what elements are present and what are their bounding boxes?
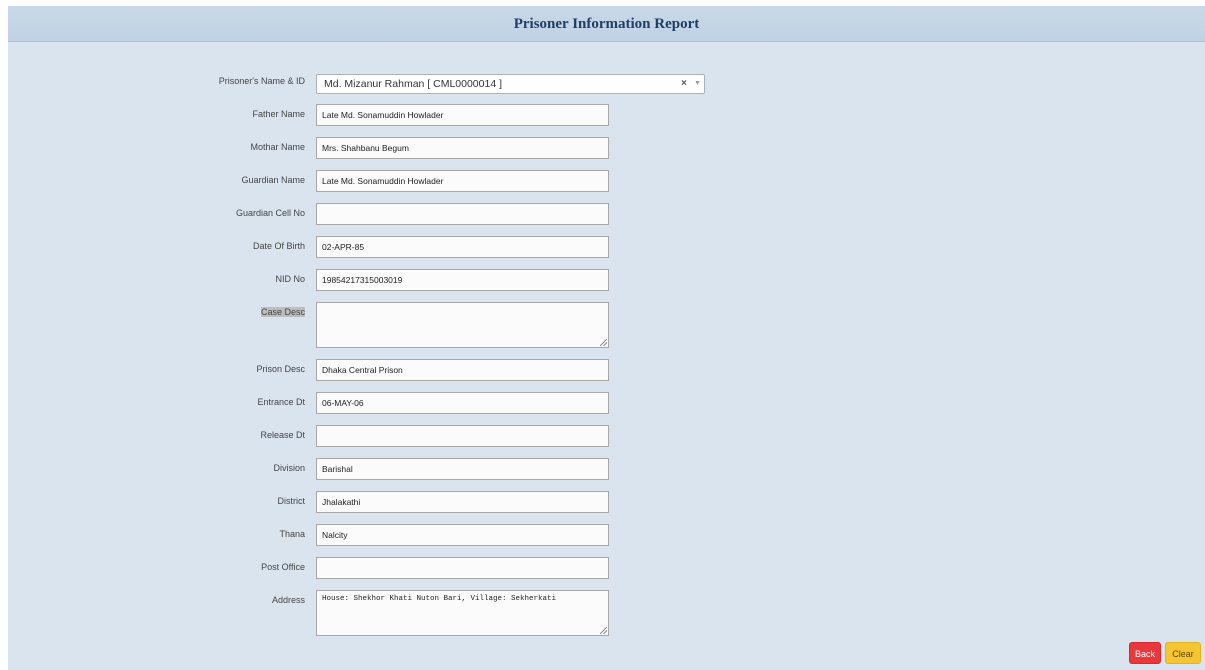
case-desc-label-text: Case Desc bbox=[260, 307, 305, 317]
chevron-down-icon[interactable]: ▼ bbox=[694, 80, 701, 87]
post-office-label: Post Office bbox=[261, 562, 305, 572]
nid-field[interactable]: 19854217315003019 bbox=[316, 269, 609, 291]
report-page: Prisoner Information Report Prisoner's N… bbox=[8, 6, 1205, 670]
nid-label: NID No bbox=[275, 274, 305, 284]
guardian-name-field[interactable]: Late Md. Sonamuddin Howlader bbox=[316, 170, 609, 192]
thana-label: Thana bbox=[279, 529, 305, 539]
case-desc-label: Case Desc bbox=[105, 307, 305, 317]
case-desc-textarea[interactable] bbox=[316, 302, 609, 348]
prisoner-select[interactable]: Md. Mizanur Rahman [ CML0000014 ] × ▼ bbox=[316, 74, 705, 94]
entrance-date-field[interactable]: 06-MAY-06 bbox=[316, 392, 609, 414]
guardian-cell-label: Guardian Cell No bbox=[235, 208, 305, 218]
post-office-field[interactable] bbox=[316, 557, 609, 579]
release-date-field[interactable] bbox=[316, 425, 609, 447]
mother-name-label: Mothar Name bbox=[250, 142, 305, 152]
division-field[interactable]: Barishal bbox=[316, 458, 609, 480]
district-field[interactable]: Jhalakathi bbox=[316, 491, 609, 513]
clear-button[interactable]: Clear bbox=[1165, 642, 1201, 664]
father-name-label: Father Name bbox=[252, 109, 305, 119]
address-label: Address bbox=[271, 595, 305, 605]
prison-desc-label: Prison Desc bbox=[256, 364, 305, 374]
division-label: Division bbox=[273, 463, 305, 473]
mother-name-field[interactable]: Mrs. Shahbanu Begum bbox=[316, 137, 609, 159]
prisoner-select-label: Prisoner's Name & ID bbox=[218, 76, 305, 86]
prisoner-select-value: Md. Mizanur Rahman [ CML0000014 ] bbox=[324, 78, 503, 90]
guardian-cell-field[interactable] bbox=[316, 203, 609, 225]
page-title: Prisoner Information Report bbox=[513, 16, 700, 32]
date-of-birth-label: Date Of Birth bbox=[252, 241, 305, 251]
address-textarea[interactable]: House: Shekhor Khati Nuton Bari, Village… bbox=[316, 590, 609, 636]
district-label: District bbox=[277, 496, 306, 506]
back-button[interactable]: Back bbox=[1129, 642, 1161, 664]
page-header: Prisoner Information Report bbox=[8, 6, 1205, 42]
entrance-date-label: Entrance Dt bbox=[257, 397, 305, 407]
release-date-label: Release Dt bbox=[260, 430, 305, 440]
date-of-birth-field[interactable]: 02-APR-85 bbox=[316, 236, 609, 258]
clear-selection-icon[interactable]: × bbox=[681, 78, 687, 89]
address-value: House: Shekhor Khati Nuton Bari, Village… bbox=[322, 595, 557, 603]
guardian-name-label: Guardian Name bbox=[241, 175, 305, 185]
father-name-field[interactable]: Late Md. Sonamuddin Howlader bbox=[316, 104, 609, 126]
resize-grip-icon[interactable] bbox=[600, 627, 607, 634]
resize-grip-icon[interactable] bbox=[600, 339, 607, 346]
thana-field[interactable]: Nalcity bbox=[316, 524, 609, 546]
prison-desc-field[interactable]: Dhaka Central Prison bbox=[316, 359, 609, 381]
